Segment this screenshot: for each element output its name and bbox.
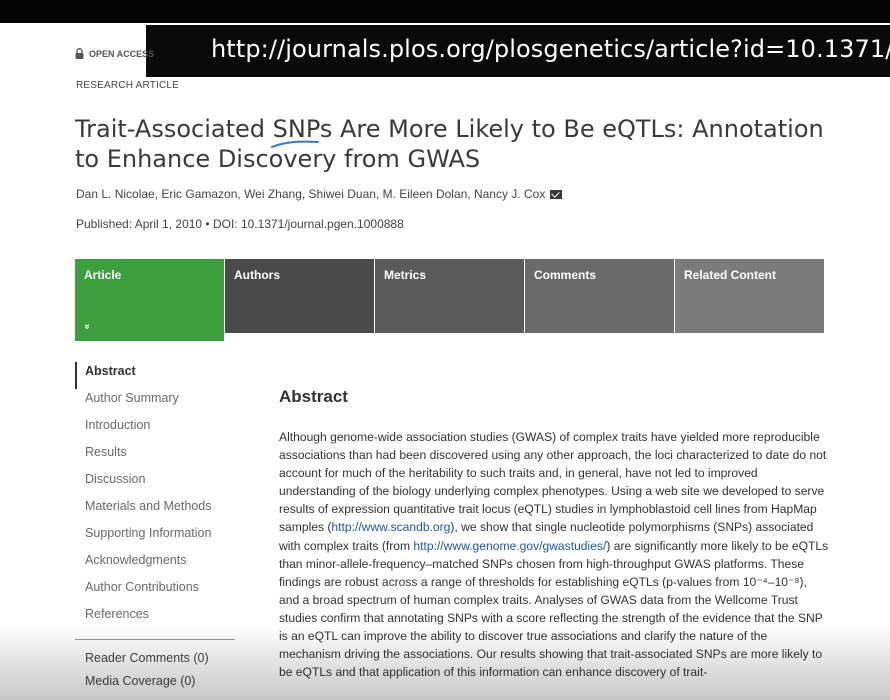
article-tabs: Article » Authors Metrics Comments Relat… [75, 259, 825, 341]
chevron-down-icon: » [81, 323, 93, 330]
nav-author-contributions[interactable]: Author Contributions [75, 578, 235, 605]
nav-divider [75, 639, 235, 640]
nav-discussion[interactable]: Discussion [75, 470, 235, 497]
abstract-heading: Abstract [279, 387, 348, 406]
scandb-link[interactable]: http://www.scandb.org [331, 520, 450, 534]
lock-icon [75, 48, 84, 59]
nav-materials-methods[interactable]: Materials and Methods [75, 497, 235, 524]
article-type: RESEARCH ARTICLE [76, 80, 180, 91]
abstract-text: Although genome-wide association studies… [279, 430, 829, 680]
comments-links: Reader Comments (0) Media Coverage (0) [85, 651, 209, 697]
nav-results[interactable]: Results [75, 443, 235, 470]
tab-authors[interactable]: Authors [225, 259, 374, 333]
author-list: Dan L. Nicolae, Eric Gamazon, Wei Zhang,… [76, 187, 563, 201]
nav-acknowledgments[interactable]: Acknowledgments [75, 551, 235, 578]
page-title: Trait-Associated SNPs Are More Likely to… [75, 115, 824, 173]
publication-info: Published: April 1, 2010 • DOI: 10.1371/… [76, 217, 404, 231]
nav-supporting-info[interactable]: Supporting Information [75, 524, 235, 551]
open-access-label: OPEN ACCESS [75, 48, 154, 59]
tab-related-content[interactable]: Related Content [675, 259, 824, 333]
nav-author-summary[interactable]: Author Summary [75, 389, 235, 416]
email-icon[interactable] [550, 189, 563, 199]
pen-annotation-mark [271, 140, 319, 148]
top-black-bar [0, 0, 890, 23]
tab-metrics[interactable]: Metrics [375, 259, 524, 333]
url-overlay: http://journals.plos.org/plosgenetics/ar… [146, 25, 890, 77]
tab-comments[interactable]: Comments [525, 259, 674, 333]
media-coverage-link[interactable]: Media Coverage (0) [85, 674, 209, 697]
nav-abstract[interactable]: Abstract [75, 362, 235, 389]
nav-introduction[interactable]: Introduction [75, 416, 235, 443]
url-text: http://journals.plos.org/plosgenetics/ar… [211, 35, 890, 63]
section-nav: Abstract Author Summary Introduction Res… [75, 362, 235, 632]
tab-article[interactable]: Article » [75, 259, 224, 341]
gwastudies-link[interactable]: http://www.genome.gov/gwastudies/ [413, 539, 606, 553]
nav-references[interactable]: References [75, 605, 235, 632]
reader-comments-link[interactable]: Reader Comments (0) [85, 651, 209, 674]
